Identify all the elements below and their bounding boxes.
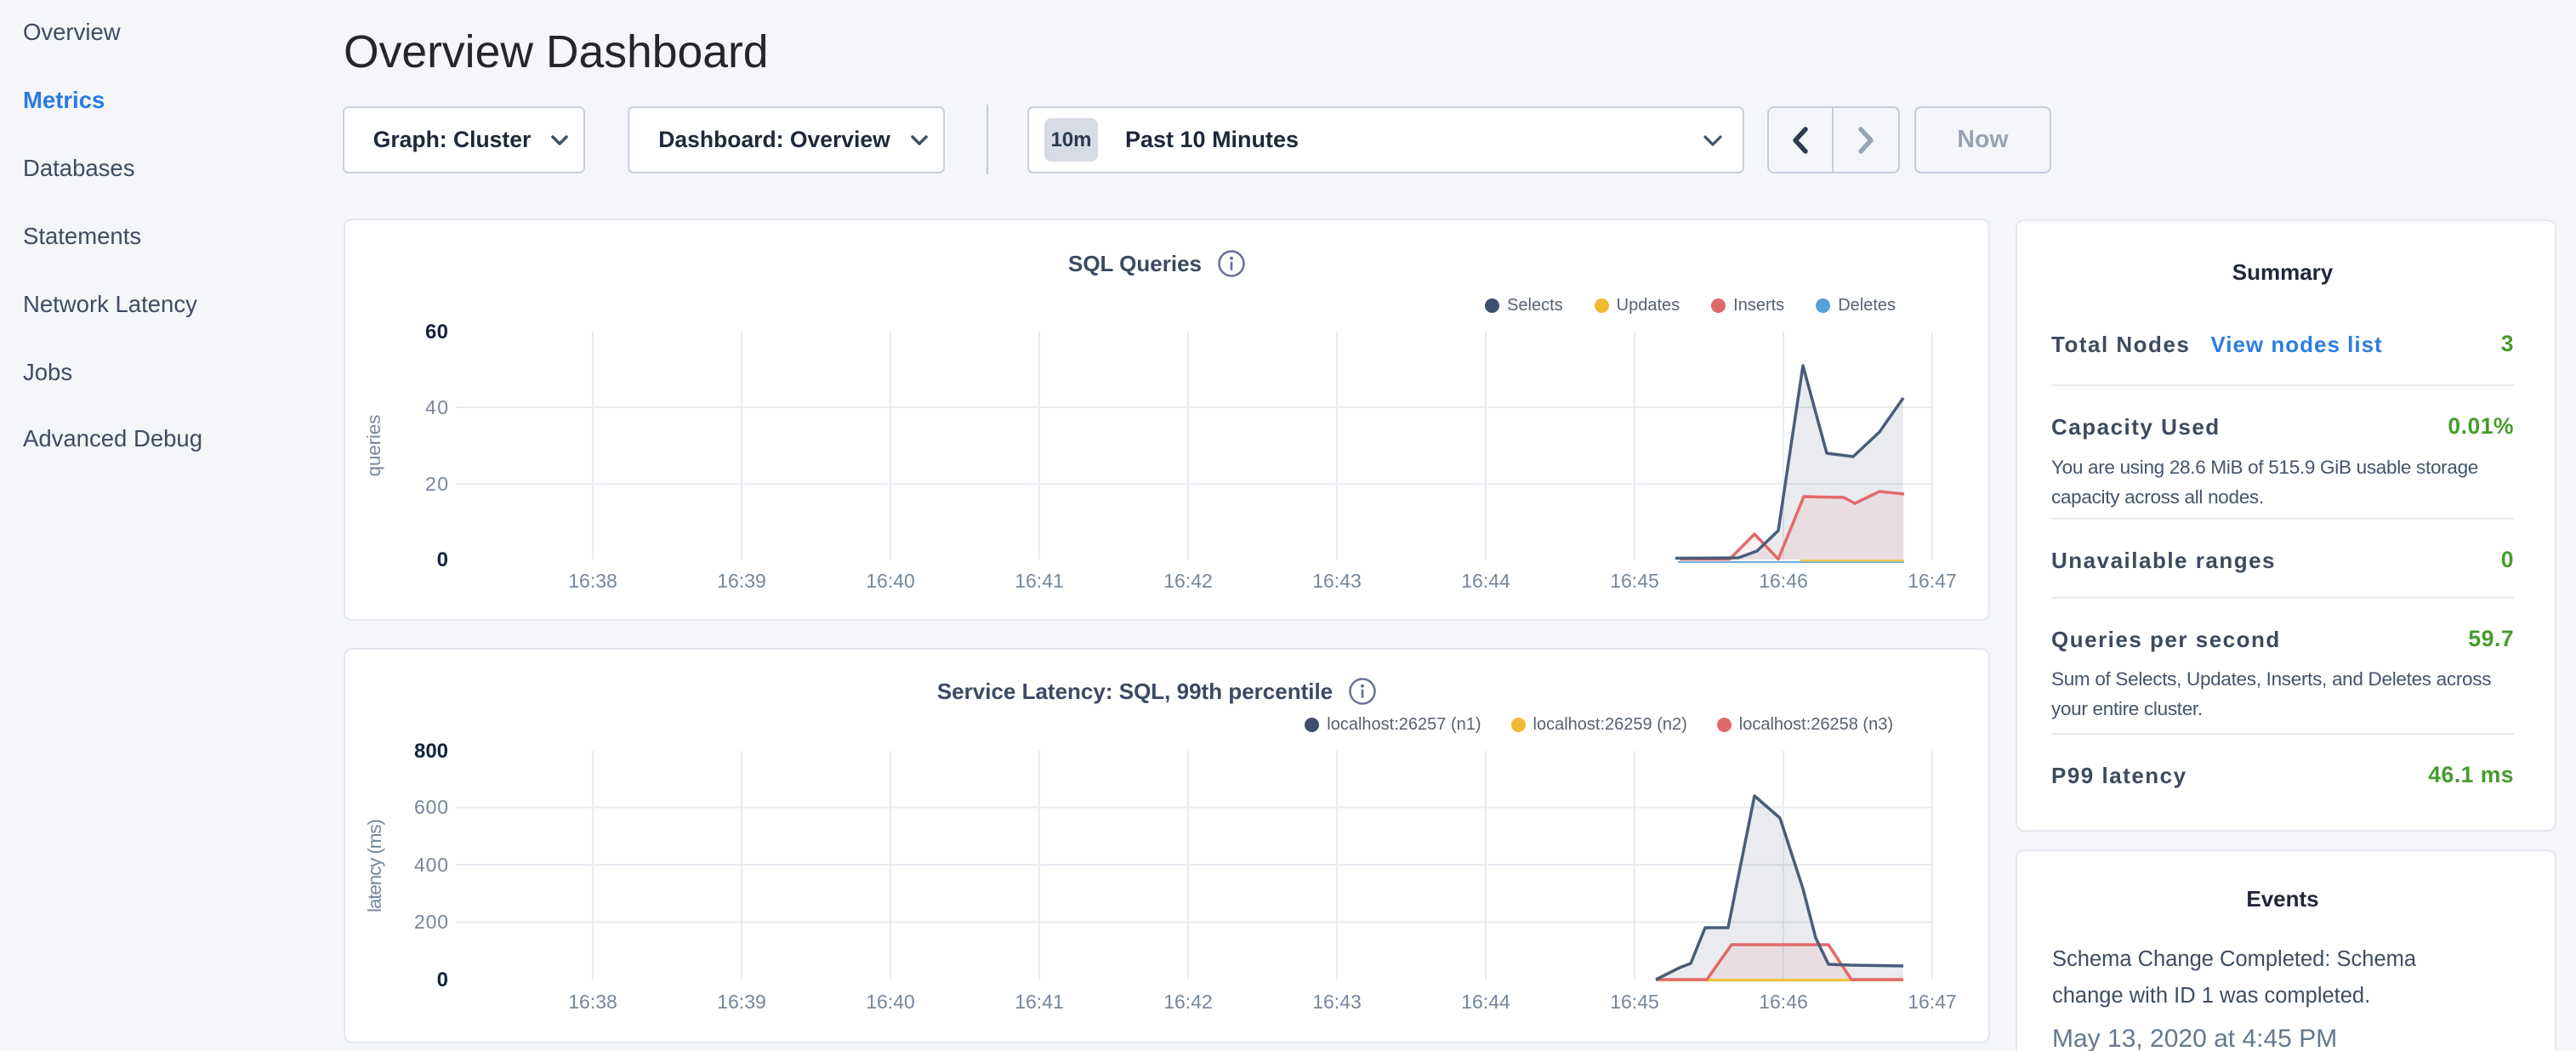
svg-text:16:44: 16:44 — [1461, 991, 1510, 1013]
svg-text:16:42: 16:42 — [1163, 991, 1213, 1013]
svg-text:16:42: 16:42 — [1163, 570, 1213, 592]
svg-text:16:44: 16:44 — [1461, 570, 1510, 592]
svg-text:16:43: 16:43 — [1312, 991, 1362, 1013]
svg-text:queries: queries — [363, 415, 384, 477]
svg-text:16:46: 16:46 — [1759, 570, 1808, 592]
svg-text:16:40: 16:40 — [866, 570, 915, 592]
svg-text:40: 40 — [425, 396, 448, 418]
svg-text:16:45: 16:45 — [1610, 570, 1659, 592]
svg-text:200: 200 — [414, 911, 448, 933]
svg-text:16:46: 16:46 — [1759, 991, 1808, 1013]
svg-text:600: 600 — [414, 796, 448, 818]
svg-text:16:39: 16:39 — [717, 991, 766, 1013]
svg-text:16:47: 16:47 — [1908, 991, 1957, 1013]
svg-text:latency (ms): latency (ms) — [364, 819, 385, 912]
svg-text:16:41: 16:41 — [1015, 991, 1064, 1013]
svg-text:16:39: 16:39 — [717, 570, 766, 592]
svg-text:16:41: 16:41 — [1015, 570, 1064, 592]
svg-text:60: 60 — [425, 321, 448, 344]
svg-text:0: 0 — [437, 969, 448, 991]
svg-text:16:43: 16:43 — [1312, 570, 1362, 592]
svg-text:16:47: 16:47 — [1908, 570, 1957, 592]
svg-text:400: 400 — [414, 854, 448, 876]
svg-text:16:38: 16:38 — [568, 991, 617, 1013]
svg-text:800: 800 — [414, 740, 448, 763]
svg-text:16:40: 16:40 — [866, 991, 915, 1013]
svg-text:0: 0 — [437, 548, 448, 571]
svg-text:20: 20 — [425, 473, 448, 495]
svg-text:16:38: 16:38 — [568, 570, 617, 592]
svg-text:16:45: 16:45 — [1610, 991, 1659, 1013]
